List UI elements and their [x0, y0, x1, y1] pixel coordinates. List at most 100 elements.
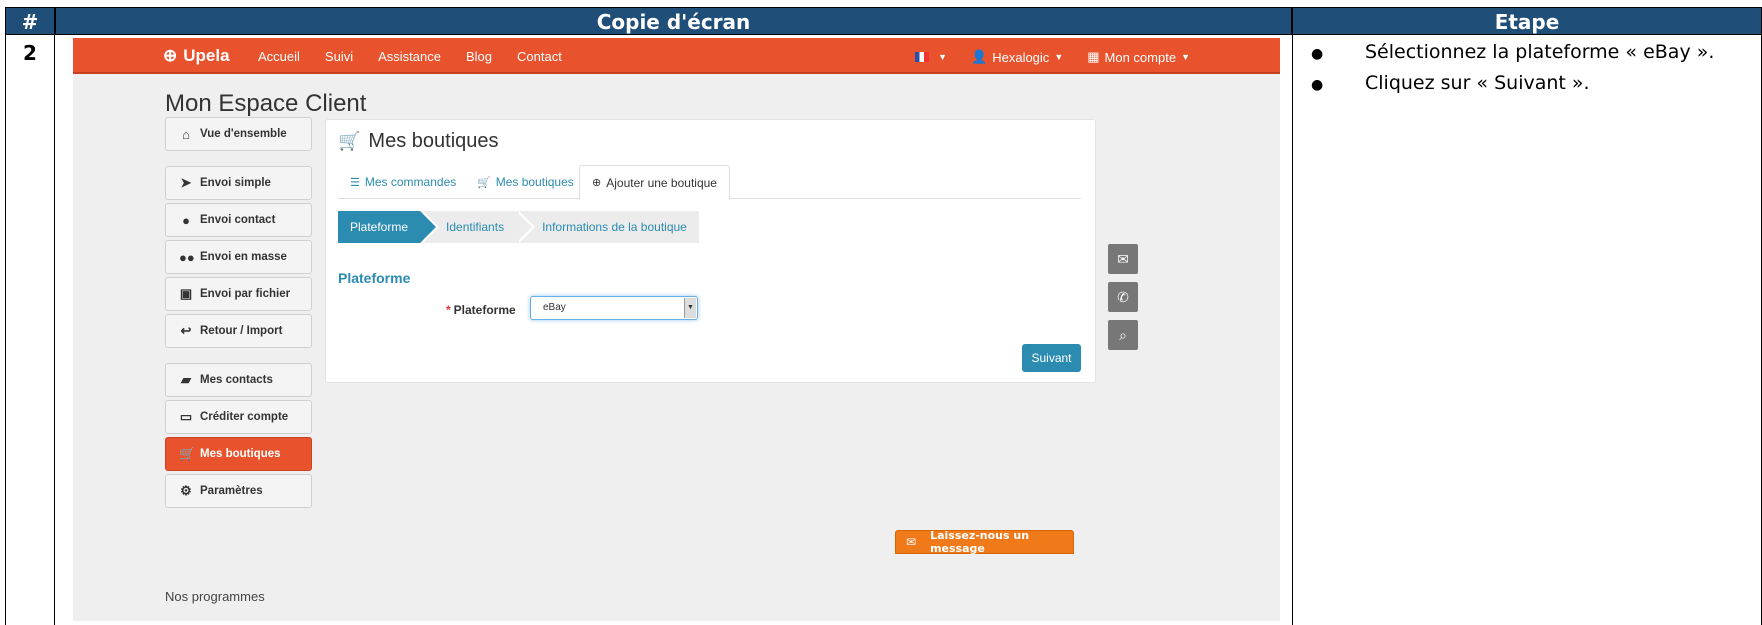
sidebar-item-label: Envoi par fichier [200, 288, 291, 300]
sidebar-item-label: Envoi en masse [200, 251, 287, 263]
leave-message-button[interactable]: ✉ Laissez-nous un message [895, 529, 1074, 555]
caret-down-icon: ▼ [938, 52, 948, 62]
sidebar-item-label: Mes contacts [200, 374, 273, 386]
sidebar-item-label: Retour / Import [200, 325, 283, 337]
home-icon: ⌂ [182, 126, 190, 142]
platform-label-text: Plateforme [453, 303, 516, 317]
header-number: # [5, 7, 55, 35]
step-text: Cliquez sur « Suivant ». [1365, 72, 1590, 94]
leave-message-label: Laissez-nous un message [930, 529, 1030, 555]
grid-icon: ▦ [1087, 49, 1100, 64]
sidebar-item-label: Paramètres [200, 485, 263, 497]
wizard-step-plateforme[interactable]: Plateforme [338, 211, 440, 243]
paper-plane-icon: ➤ [180, 175, 192, 190]
bullet-icon: ● [1311, 77, 1324, 93]
panel-title: 🛒 Mes boutiques [338, 130, 499, 153]
users-icon: ●● [179, 249, 195, 265]
sidebar-item-envoi-simple[interactable]: ➤ Envoi simple [165, 166, 312, 200]
section-title: Plateforme [338, 270, 411, 286]
phone-icon: ✆ [1117, 289, 1129, 305]
brand-logo[interactable]: ⊕ Upela [163, 46, 230, 66]
user-icon: 👤 [971, 49, 988, 64]
sidebar-item-label: Vue d'ensemble [200, 128, 287, 140]
tab-mes-boutiques[interactable]: 🛒 Mes boutiques [465, 165, 586, 199]
gears-icon: ⚙ [180, 483, 192, 498]
tab-mes-commandes[interactable]: ☰ Mes commandes [338, 165, 468, 199]
envelope-icon: ✉ [1117, 251, 1129, 267]
nav-link-suivi[interactable]: Suivi [325, 49, 353, 64]
caret-down-icon: ▼ [1181, 52, 1190, 62]
nav-right: ▼ 👤 Hexalogic ▼ ▦ Mon compte ▼ [891, 49, 1190, 65]
programs-heading: Nos programmes [165, 589, 265, 604]
sidebar-item-mes-contacts[interactable]: ▰ Mes contacts [165, 363, 312, 397]
nav-link-assistance[interactable]: Assistance [378, 49, 441, 64]
nav-link-contact[interactable]: Contact [517, 49, 562, 64]
sidebar-item-crediter-compte[interactable]: ▭ Créditer compte [165, 400, 312, 434]
platform-select[interactable]: eBay ▼ [530, 296, 698, 320]
cart-icon: 🛒 [477, 176, 491, 189]
step-item: ● Cliquez sur « Suivant ». [1311, 72, 1761, 94]
top-navbar: ⊕ Upela Accueil Suivi Assistance Blog Co… [73, 38, 1280, 74]
header-step: Etape [1292, 7, 1762, 35]
phone-float-button[interactable]: ✆ [1108, 282, 1138, 312]
row-number: 2 [5, 35, 55, 625]
list-icon: ☰ [350, 176, 360, 189]
platform-label: * Plateforme [446, 303, 516, 317]
platform-select-value: eBay [543, 302, 566, 313]
screenshot: ⊕ Upela Accueil Suivi Assistance Blog Co… [73, 38, 1280, 621]
brand-name: Upela [183, 46, 230, 65]
tab-bar: ☰ Mes commandes 🛒 Mes boutiques ⊕ Ajouter u… [338, 165, 1081, 200]
sidebar-item-label: Envoi simple [200, 177, 271, 189]
wizard-step-informations[interactable]: Informations de la boutique [516, 211, 699, 243]
credit-card-icon: ▭ [179, 409, 193, 424]
sidebar-item-mes-boutiques[interactable]: 🛒 Mes boutiques [165, 437, 312, 471]
cart-icon: 🛒 [338, 131, 361, 151]
sidebar-item-vue-ensemble[interactable]: ⌂ Vue d'ensemble [165, 117, 312, 151]
step-cell: ● Sélectionnez la plateforme « eBay ». ●… [1292, 35, 1762, 625]
sidebar-item-parametres[interactable]: ⚙ Paramètres [165, 474, 312, 508]
sidebar-item-label: Créditer compte [200, 411, 289, 423]
document-table: # Copie d'écran Etape 2 ● Sélectionnez l… [0, 0, 1762, 625]
user-dropdown[interactable]: 👤 Hexalogic ▼ [971, 49, 1063, 65]
reply-icon: ↩ [180, 323, 192, 338]
caret-down-icon: ▼ [1054, 52, 1064, 62]
tab-label: Ajouter une boutique [606, 175, 717, 190]
language-dropdown[interactable]: ▼ [915, 52, 947, 62]
panel-title-text: Mes boutiques [368, 130, 499, 152]
tab-label: Mes commandes [364, 175, 457, 189]
account-dropdown[interactable]: ▦ Mon compte ▼ [1087, 49, 1190, 65]
sidebar-item-retour-import[interactable]: ↩ Retour / Import [165, 314, 312, 348]
search-icon: ⌕ [1119, 327, 1127, 343]
page-title: Mon Espace Client [165, 90, 367, 117]
search-float-button[interactable]: ⌕ [1108, 320, 1138, 350]
next-button[interactable]: Suivant [1022, 344, 1081, 372]
sidebar-item-envoi-contact[interactable]: ● Envoi contact [165, 203, 312, 237]
nav-links: Accueil Suivi Assistance Blog Contact [258, 49, 587, 64]
user-icon: ● [182, 212, 190, 228]
floppy-icon: ▣ [179, 286, 193, 301]
account-label: Mon compte [1104, 49, 1177, 65]
sidebar-item-label: Mes boutiques [200, 448, 281, 460]
upela-logo-icon: ⊕ [163, 46, 178, 65]
sidebar-item-envoi-fichier[interactable]: ▣ Envoi par fichier [165, 277, 312, 311]
step-item: ● Sélectionnez la plateforme « eBay ». [1311, 41, 1761, 63]
sidebar-item-label: Envoi contact [200, 214, 276, 226]
book-icon: ▰ [181, 372, 191, 387]
user-name: Hexalogic [992, 49, 1050, 65]
step-text: Sélectionnez la plateforme « eBay ». [1365, 41, 1715, 63]
sidebar-item-envoi-masse[interactable]: ●● Envoi en masse [165, 240, 312, 274]
chevron-down-icon: ▼ [684, 298, 696, 318]
plus-circle-icon: ⊕ [592, 177, 602, 189]
email-float-button[interactable]: ✉ [1108, 244, 1138, 274]
tab-ajouter-boutique[interactable]: ⊕ Ajouter une boutique [579, 165, 730, 200]
required-mark: * [446, 303, 451, 317]
envelope-icon: ✉ [906, 535, 917, 549]
shops-panel: 🛒 Mes boutiques ☰ Mes commandes 🛒 Mes bout… [325, 119, 1096, 383]
tab-label: Mes boutiques [495, 175, 574, 189]
bullet-icon: ● [1311, 46, 1324, 62]
nav-link-blog[interactable]: Blog [466, 49, 492, 64]
cart-icon: 🛒 [179, 446, 196, 461]
nav-link-accueil[interactable]: Accueil [258, 49, 300, 64]
wizard-steps: Plateforme Identifiants Informations de … [338, 211, 699, 243]
flag-icon [915, 52, 930, 62]
